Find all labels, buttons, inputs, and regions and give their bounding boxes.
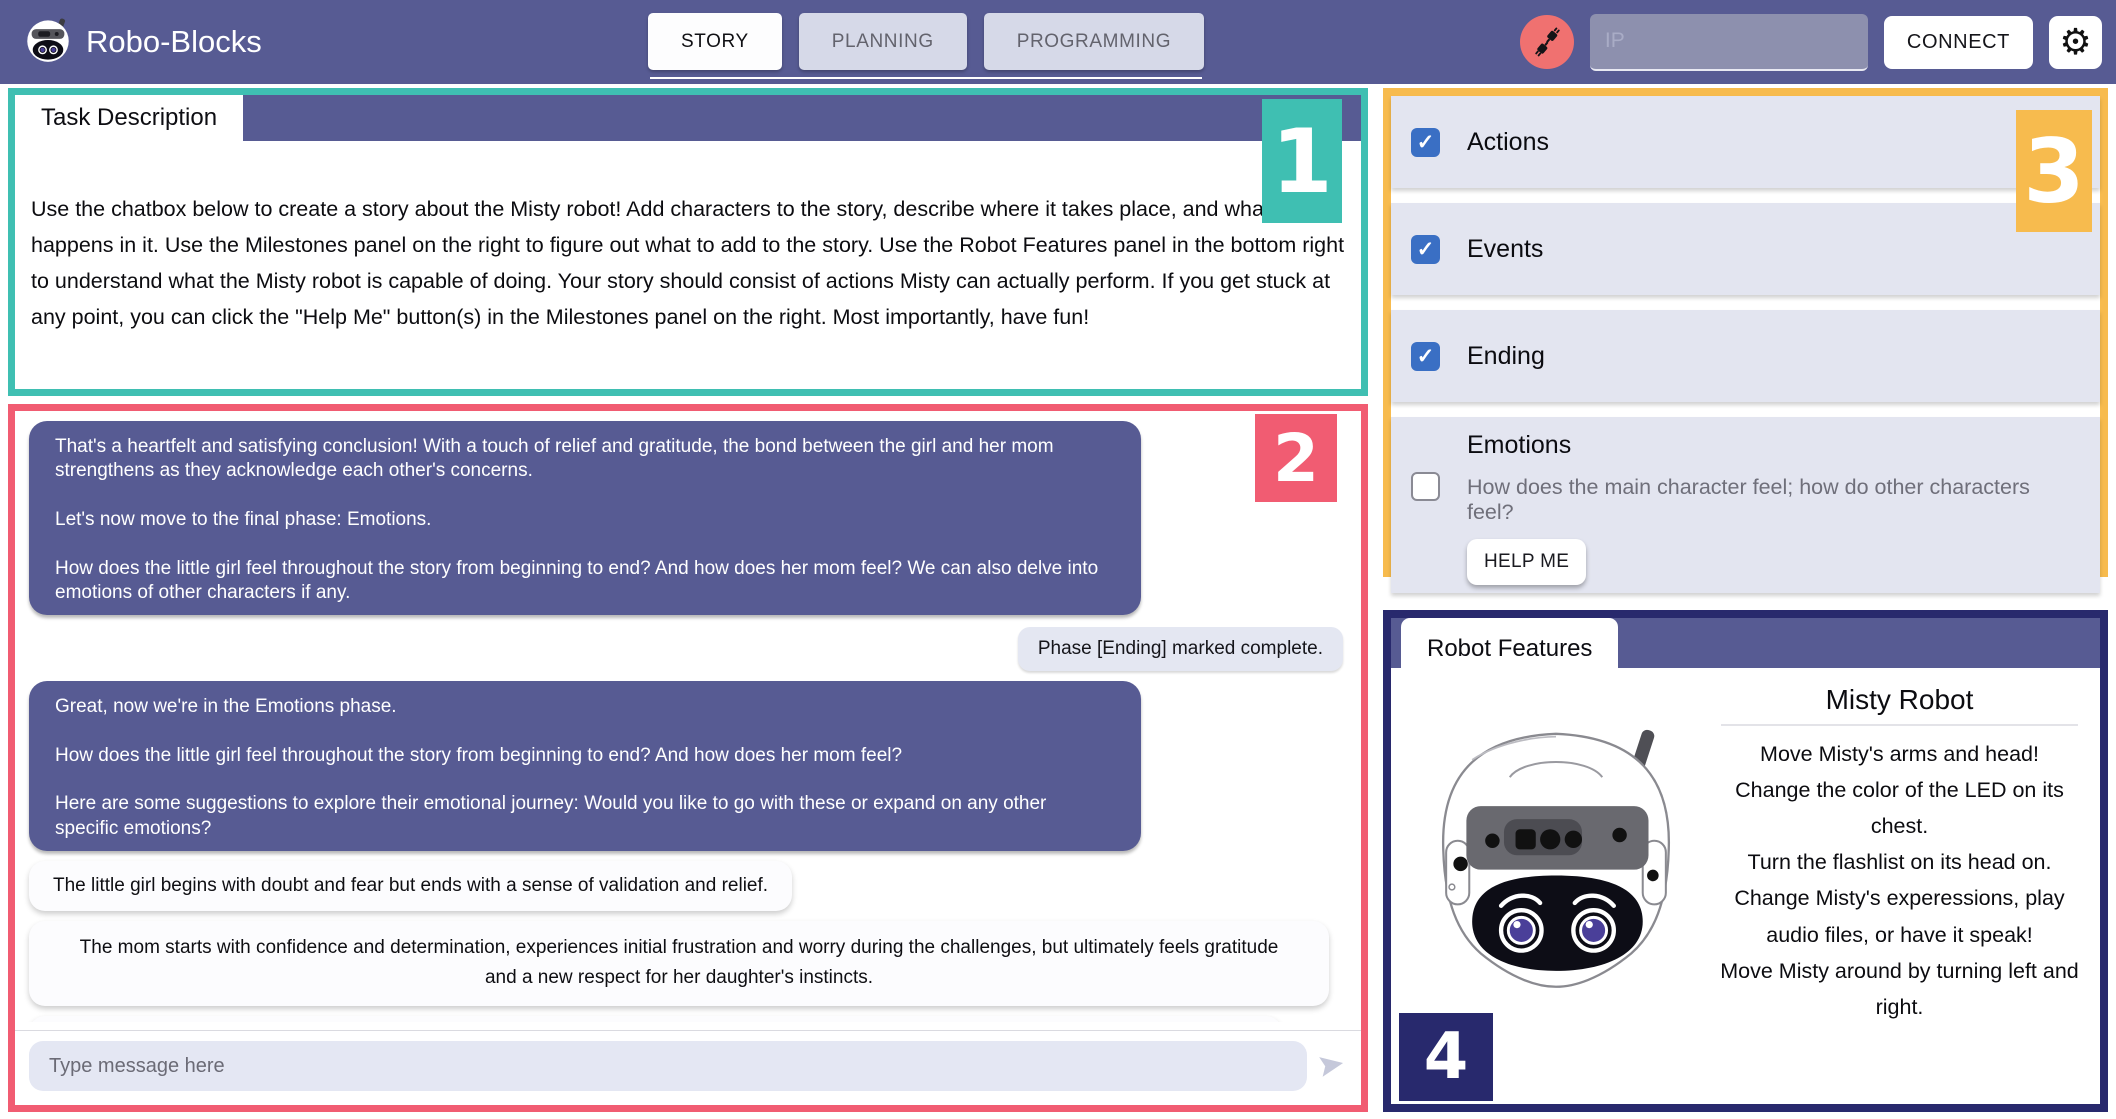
robot-logo-icon [24, 16, 72, 69]
robot-name: Misty Robot [1717, 684, 2082, 716]
app-title: Robo-Blocks [86, 24, 262, 60]
features-body: Misty Robot Move Misty's arms and head! … [1391, 668, 2100, 1031]
tab-story[interactable]: STORY [648, 13, 782, 70]
checkbox-actions[interactable] [1411, 128, 1440, 157]
help-me-button[interactable]: HELP ME [1467, 539, 1586, 585]
phase-status-message: Phase [Ending] marked complete. [1018, 627, 1343, 671]
region-label-1: 1 [1262, 99, 1342, 223]
tab-programming[interactable]: PROGRAMMING [984, 13, 1204, 70]
send-icon [1317, 1050, 1347, 1083]
divider [1721, 724, 2078, 726]
task-description-text: Use the chatbox below to create a story … [15, 141, 1361, 335]
feature-item: Change the color of the LED on its chest… [1717, 772, 2082, 844]
chat-message-list[interactable]: That's a heartfelt and satisfying conclu… [15, 411, 1361, 1022]
chat-message-input[interactable] [29, 1041, 1307, 1091]
connection-controls: CONNECT ⚙ [1520, 0, 2102, 84]
region-label-4: 4 [1399, 1013, 1493, 1101]
settings-button[interactable]: ⚙ [2049, 16, 2102, 69]
brand: Robo-Blocks [24, 0, 262, 84]
plug-disconnected-icon [1520, 15, 1574, 69]
milestone-label: Events [1467, 235, 1543, 264]
region-label-3: 3 [2016, 110, 2092, 232]
user-message: The little girl begins with doubt and fe… [29, 861, 792, 911]
task-description-panel: Task Description Use the chatbox below t… [8, 88, 1368, 396]
feature-item: Move Misty's arms and head! [1717, 736, 2082, 772]
misty-robot-illustration [1397, 696, 1715, 1031]
checkbox-ending[interactable] [1411, 342, 1440, 371]
ip-input[interactable] [1590, 14, 1868, 71]
main-tabs: STORY PLANNING PROGRAMMING [648, 13, 1204, 70]
emotions-row: How does the main character feel; how do… [1411, 472, 2080, 525]
task-panel-title: Task Description [41, 104, 217, 132]
feature-item: Change Misty's experessions, play audio … [1717, 880, 2082, 952]
top-bar: Robo-Blocks STORY PLANNING PROGRAMMING [0, 0, 2116, 84]
checkbox-events[interactable] [1411, 235, 1440, 264]
features-panel-header: Robot Features [1391, 618, 2100, 668]
chat-input-row [15, 1030, 1361, 1105]
bot-message: Great, now we're in the Emotions phase. … [29, 681, 1141, 851]
connect-button[interactable]: CONNECT [1884, 16, 2033, 69]
milestones-panel: Actions Events Ending Emotions How does … [1383, 88, 2108, 577]
chat-panel: That's a heartfelt and satisfying conclu… [8, 404, 1368, 1112]
send-button[interactable] [1317, 1050, 1347, 1083]
region-label-2: 2 [1255, 414, 1337, 502]
gear-icon: ⚙ [2059, 24, 2091, 60]
emotions-hint: How does the main character feel; how do… [1467, 472, 2080, 525]
milestone-actions: Actions [1391, 96, 2100, 188]
user-message: The mom starts with confidence and deter… [29, 921, 1329, 1006]
milestone-label: Emotions [1467, 431, 2080, 460]
feature-item: Turn the flashlist on its head on. [1717, 844, 2082, 880]
features-text: Misty Robot Move Misty's arms and head! … [1715, 672, 2090, 1031]
feature-item: Move Misty around by turning left and ri… [1717, 953, 2082, 1025]
user-message: Misty the robot, though not emotive, can… [29, 1016, 1282, 1022]
milestone-label: Ending [1467, 342, 1545, 371]
bot-message: That's a heartfelt and satisfying conclu… [29, 421, 1141, 615]
features-panel-title: Robot Features [1427, 635, 1592, 663]
milestone-events: Events [1391, 203, 2100, 295]
milestone-emotions: Emotions How does the main character fee… [1391, 417, 2100, 593]
tab-planning[interactable]: PLANNING [799, 13, 967, 70]
task-panel-header: Task Description [15, 95, 1361, 141]
task-panel-tab: Task Description [15, 95, 243, 141]
features-panel-tab: Robot Features [1401, 618, 1618, 680]
milestone-ending: Ending [1391, 310, 2100, 402]
checkbox-emotions[interactable] [1411, 472, 1440, 501]
robo-blocks-app: Robo-Blocks STORY PLANNING PROGRAMMING [0, 0, 2116, 1119]
milestone-label: Actions [1467, 128, 1549, 157]
